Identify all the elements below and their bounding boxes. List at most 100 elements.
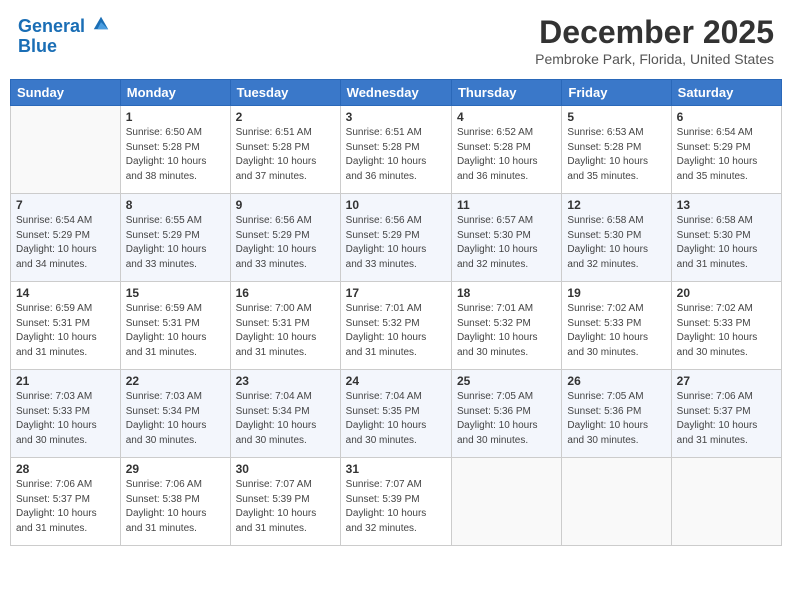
day-info: Sunrise: 6:58 AMSunset: 5:30 PMDaylight:… <box>677 214 776 272</box>
title-block: December 2025 Pembroke Park, Florida, Un… <box>535 14 774 67</box>
day-number: 29 <box>126 462 225 476</box>
day-info: Sunrise: 6:54 AMSunset: 5:29 PMDaylight:… <box>16 214 115 272</box>
calendar-cell: 15 Sunrise: 6:59 AMSunset: 5:31 PMDayligh… <box>120 282 230 370</box>
calendar-cell: 29 Sunrise: 7:06 AMSunset: 5:38 PMDayligh… <box>120 458 230 546</box>
day-info: Sunrise: 7:06 AMSunset: 5:37 PMDaylight:… <box>16 478 115 536</box>
day-info: Sunrise: 7:02 AMSunset: 5:33 PMDaylight:… <box>677 302 776 360</box>
calendar-cell <box>562 458 671 546</box>
calendar-table: SundayMondayTuesdayWednesdayThursdayFrid… <box>10 79 782 546</box>
day-number: 8 <box>126 198 225 212</box>
calendar-week-row: 28 Sunrise: 7:06 AMSunset: 5:37 PMDayligh… <box>11 458 782 546</box>
calendar-cell: 8 Sunrise: 6:55 AMSunset: 5:29 PMDaylight… <box>120 194 230 282</box>
location: Pembroke Park, Florida, United States <box>535 51 774 67</box>
day-info: Sunrise: 7:06 AMSunset: 5:38 PMDaylight:… <box>126 478 225 536</box>
day-number: 2 <box>236 110 335 124</box>
day-number: 4 <box>457 110 556 124</box>
calendar-cell: 14 Sunrise: 6:59 AMSunset: 5:31 PMDayligh… <box>11 282 121 370</box>
day-number: 14 <box>16 286 115 300</box>
day-info: Sunrise: 6:56 AMSunset: 5:29 PMDaylight:… <box>236 214 335 272</box>
day-number: 28 <box>16 462 115 476</box>
day-number: 6 <box>677 110 776 124</box>
day-number: 7 <box>16 198 115 212</box>
day-number: 27 <box>677 374 776 388</box>
calendar-cell: 12 Sunrise: 6:58 AMSunset: 5:30 PMDayligh… <box>562 194 671 282</box>
day-number: 18 <box>457 286 556 300</box>
calendar-cell <box>11 106 121 194</box>
day-info: Sunrise: 6:55 AMSunset: 5:29 PMDaylight:… <box>126 214 225 272</box>
page-header: General Blue December 2025 Pembroke Park… <box>10 10 782 71</box>
calendar-cell: 30 Sunrise: 7:07 AMSunset: 5:39 PMDayligh… <box>230 458 340 546</box>
day-info: Sunrise: 7:03 AMSunset: 5:34 PMDaylight:… <box>126 390 225 448</box>
day-info: Sunrise: 6:56 AMSunset: 5:29 PMDaylight:… <box>346 214 446 272</box>
calendar-cell: 31 Sunrise: 7:07 AMSunset: 5:39 PMDayligh… <box>340 458 451 546</box>
day-info: Sunrise: 7:01 AMSunset: 5:32 PMDaylight:… <box>346 302 446 360</box>
day-info: Sunrise: 7:01 AMSunset: 5:32 PMDaylight:… <box>457 302 556 360</box>
day-info: Sunrise: 6:59 AMSunset: 5:31 PMDaylight:… <box>126 302 225 360</box>
day-info: Sunrise: 6:51 AMSunset: 5:28 PMDaylight:… <box>346 126 446 184</box>
day-info: Sunrise: 6:53 AMSunset: 5:28 PMDaylight:… <box>567 126 665 184</box>
day-info: Sunrise: 7:05 AMSunset: 5:36 PMDaylight:… <box>457 390 556 448</box>
calendar-week-row: 21 Sunrise: 7:03 AMSunset: 5:33 PMDayligh… <box>11 370 782 458</box>
calendar-cell: 13 Sunrise: 6:58 AMSunset: 5:30 PMDayligh… <box>671 194 781 282</box>
day-number: 3 <box>346 110 446 124</box>
calendar-header: SundayMondayTuesdayWednesdayThursdayFrid… <box>11 80 782 106</box>
calendar-cell <box>451 458 561 546</box>
day-number: 26 <box>567 374 665 388</box>
day-number: 20 <box>677 286 776 300</box>
calendar-week-row: 1 Sunrise: 6:50 AMSunset: 5:28 PMDaylight… <box>11 106 782 194</box>
calendar-cell: 26 Sunrise: 7:05 AMSunset: 5:36 PMDayligh… <box>562 370 671 458</box>
calendar-cell: 16 Sunrise: 7:00 AMSunset: 5:31 PMDayligh… <box>230 282 340 370</box>
day-info: Sunrise: 6:50 AMSunset: 5:28 PMDaylight:… <box>126 126 225 184</box>
calendar-cell: 6 Sunrise: 6:54 AMSunset: 5:29 PMDaylight… <box>671 106 781 194</box>
day-number: 15 <box>126 286 225 300</box>
day-number: 12 <box>567 198 665 212</box>
calendar-cell: 10 Sunrise: 6:56 AMSunset: 5:29 PMDayligh… <box>340 194 451 282</box>
day-info: Sunrise: 6:59 AMSunset: 5:31 PMDaylight:… <box>16 302 115 360</box>
calendar-cell: 2Sunrise: 6:51 AMSunset: 5:28 PMDaylight… <box>230 106 340 194</box>
calendar-cell: 21 Sunrise: 7:03 AMSunset: 5:33 PMDayligh… <box>11 370 121 458</box>
day-number: 16 <box>236 286 335 300</box>
weekday-header: Tuesday <box>230 80 340 106</box>
logo-icon <box>92 14 110 32</box>
day-number: 1 <box>126 110 225 124</box>
calendar-cell: 7 Sunrise: 6:54 AMSunset: 5:29 PMDaylight… <box>11 194 121 282</box>
day-number: 25 <box>457 374 556 388</box>
day-info: Sunrise: 7:07 AMSunset: 5:39 PMDaylight:… <box>236 478 335 536</box>
calendar-cell: 23 Sunrise: 7:04 AMSunset: 5:34 PMDayligh… <box>230 370 340 458</box>
logo: General Blue <box>18 14 110 57</box>
day-number: 17 <box>346 286 446 300</box>
day-info: Sunrise: 7:00 AMSunset: 5:31 PMDaylight:… <box>236 302 335 360</box>
day-info: Sunrise: 6:58 AMSunset: 5:30 PMDaylight:… <box>567 214 665 272</box>
calendar-cell: 4Sunrise: 6:52 AMSunset: 5:28 PMDaylight… <box>451 106 561 194</box>
calendar-cell: 17 Sunrise: 7:01 AMSunset: 5:32 PMDayligh… <box>340 282 451 370</box>
weekday-header: Saturday <box>671 80 781 106</box>
calendar-week-row: 14 Sunrise: 6:59 AMSunset: 5:31 PMDayligh… <box>11 282 782 370</box>
calendar-cell: 1 Sunrise: 6:50 AMSunset: 5:28 PMDaylight… <box>120 106 230 194</box>
day-info: Sunrise: 7:04 AMSunset: 5:34 PMDaylight:… <box>236 390 335 448</box>
day-info: Sunrise: 6:54 AMSunset: 5:29 PMDaylight:… <box>677 126 776 184</box>
day-info: Sunrise: 6:57 AMSunset: 5:30 PMDaylight:… <box>457 214 556 272</box>
day-number: 30 <box>236 462 335 476</box>
day-info: Sunrise: 7:07 AMSunset: 5:39 PMDaylight:… <box>346 478 446 536</box>
day-info: Sunrise: 7:05 AMSunset: 5:36 PMDaylight:… <box>567 390 665 448</box>
day-number: 10 <box>346 198 446 212</box>
calendar-cell: 22 Sunrise: 7:03 AMSunset: 5:34 PMDayligh… <box>120 370 230 458</box>
weekday-header: Wednesday <box>340 80 451 106</box>
calendar-body: 1 Sunrise: 6:50 AMSunset: 5:28 PMDaylight… <box>11 106 782 546</box>
day-number: 23 <box>236 374 335 388</box>
header-row: SundayMondayTuesdayWednesdayThursdayFrid… <box>11 80 782 106</box>
calendar-cell: 20 Sunrise: 7:02 AMSunset: 5:33 PMDayligh… <box>671 282 781 370</box>
day-number: 21 <box>16 374 115 388</box>
calendar-cell: 11Sunrise: 6:57 AMSunset: 5:30 PMDayligh… <box>451 194 561 282</box>
weekday-header: Friday <box>562 80 671 106</box>
day-number: 22 <box>126 374 225 388</box>
logo-blue: Blue <box>18 37 110 57</box>
month-title: December 2025 <box>535 14 774 51</box>
day-number: 13 <box>677 198 776 212</box>
day-info: Sunrise: 7:03 AMSunset: 5:33 PMDaylight:… <box>16 390 115 448</box>
calendar-cell: 25 Sunrise: 7:05 AMSunset: 5:36 PMDayligh… <box>451 370 561 458</box>
day-number: 31 <box>346 462 446 476</box>
calendar-cell: 3 Sunrise: 6:51 AMSunset: 5:28 PMDaylight… <box>340 106 451 194</box>
day-number: 19 <box>567 286 665 300</box>
calendar-cell: 18 Sunrise: 7:01 AMSunset: 5:32 PMDayligh… <box>451 282 561 370</box>
